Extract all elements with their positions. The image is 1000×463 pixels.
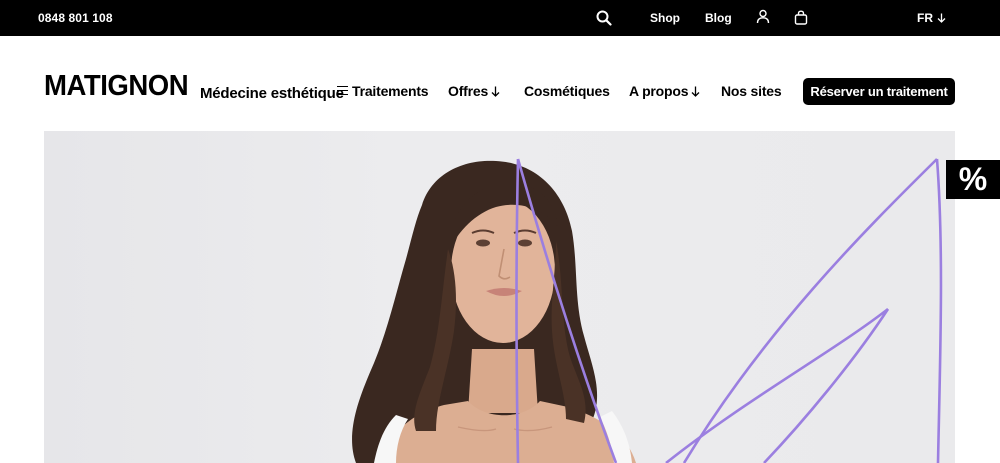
search-icon[interactable] [596, 10, 612, 26]
hero-image [352, 158, 943, 463]
nav-offers[interactable]: Offres [448, 83, 500, 99]
blog-link[interactable]: Blog [705, 11, 732, 25]
shop-link[interactable]: Shop [650, 11, 680, 25]
user-icon[interactable] [756, 9, 770, 25]
promo-tab[interactable]: % [946, 160, 1000, 199]
nav-about[interactable]: A propos [629, 83, 700, 99]
nav-offers-label: Offres [448, 83, 489, 99]
arrow-down-icon [691, 86, 700, 97]
top-bar: 0848 801 108 Shop Blog FR [0, 0, 1000, 36]
main-header: MATIGNON Médecine esthétique Traitements… [0, 36, 1000, 131]
hero-banner [44, 131, 955, 463]
nav-treatments-label: Traitements [352, 83, 429, 99]
language-label: FR [917, 11, 933, 25]
brand-tagline: Médecine esthétique [200, 85, 344, 102]
menu-icon [337, 86, 348, 95]
brand-logo[interactable]: MATIGNON [44, 72, 189, 101]
arrow-down-icon [937, 13, 946, 23]
arrow-down-icon [491, 86, 500, 97]
nav-cosmetics[interactable]: Cosmétiques [524, 83, 610, 99]
phone-number[interactable]: 0848 801 108 [38, 11, 113, 25]
nav-sites[interactable]: Nos sites [721, 83, 782, 99]
nav-treatments[interactable]: Traitements [337, 83, 429, 99]
language-selector[interactable]: FR [917, 11, 946, 25]
shopping-bag-icon[interactable] [794, 10, 808, 26]
nav-about-label: A propos [629, 83, 689, 99]
book-treatment-button[interactable]: Réserver un traitement [803, 78, 955, 105]
